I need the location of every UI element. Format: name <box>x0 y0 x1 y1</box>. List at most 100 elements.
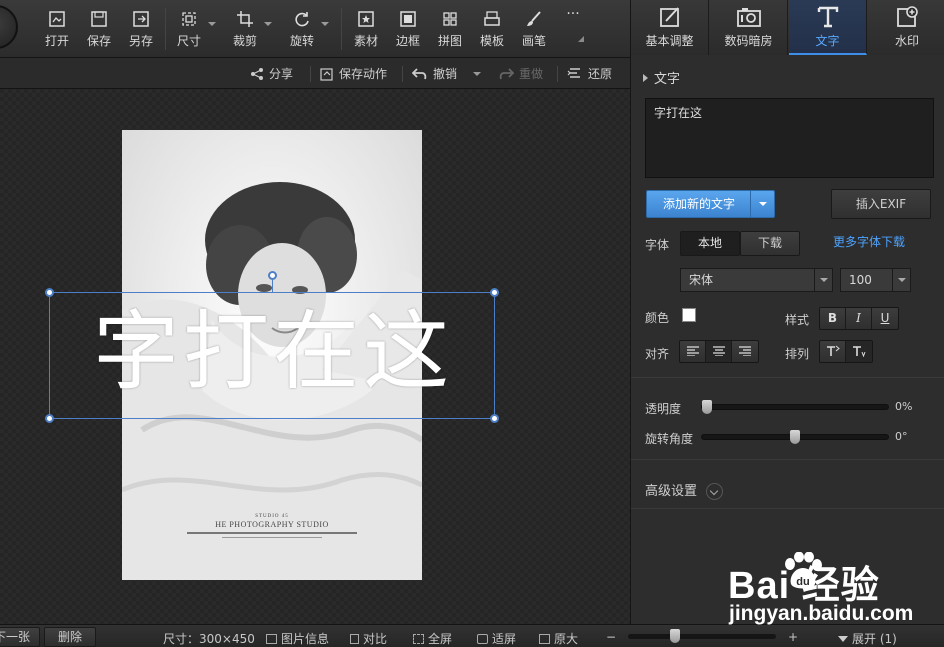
rotate-button[interactable]: 旋转 <box>287 0 329 58</box>
basic-adjust-icon <box>659 7 679 27</box>
save-as-button[interactable]: 另存 <box>126 0 156 58</box>
font-local-tab[interactable]: 本地 <box>680 231 740 256</box>
watermark-icon <box>897 6 918 27</box>
zoom-in-button[interactable]: + <box>788 630 798 644</box>
tab-text[interactable]: 文字 <box>789 0 867 55</box>
border-button[interactable]: 边框 <box>393 0 423 58</box>
insert-exif-button[interactable]: 插入EXIF <box>831 189 931 219</box>
text-color-swatch[interactable] <box>682 308 696 322</box>
tab-watermark[interactable]: 水印 <box>868 0 944 55</box>
add-text-dropdown-icon[interactable] <box>750 191 774 217</box>
next-image-button[interactable]: 下一张 <box>0 627 40 647</box>
text-input[interactable]: 字打在这 <box>645 98 934 178</box>
advanced-settings-toggle[interactable]: 高级设置 <box>645 480 724 500</box>
align-buttons <box>679 340 759 363</box>
section-divider <box>631 508 944 509</box>
opacity-slider[interactable] <box>701 400 889 414</box>
brush-button[interactable]: 画笔 <box>519 0 549 58</box>
save-button[interactable]: 保存 <box>84 0 114 58</box>
font-size-select[interactable]: 100 <box>840 268 911 292</box>
share-button[interactable]: 分享 <box>250 65 293 82</box>
toolbar-divider <box>341 8 342 50</box>
overlay-text[interactable]: 字打在这 <box>50 293 496 420</box>
more-fonts-link[interactable]: 更多字体下载 <box>833 233 905 250</box>
chevron-down-icon <box>706 483 724 500</box>
share-label: 分享 <box>269 67 294 81</box>
add-text-button[interactable]: 添加新的文字 <box>646 190 775 218</box>
restore-button[interactable]: 还原 <box>567 65 612 82</box>
resize-handle-bottom-left[interactable] <box>45 414 54 423</box>
align-center-button[interactable] <box>706 341 732 362</box>
resize-dropdown-icon[interactable] <box>208 22 216 26</box>
fit-screen-button[interactable]: 适屏 <box>477 630 516 647</box>
image-info-button[interactable]: 图片信息 <box>266 630 329 647</box>
rotation-slider-knob[interactable] <box>790 430 800 444</box>
undo-dropdown-icon[interactable] <box>473 72 481 76</box>
crop-dropdown-icon[interactable] <box>264 22 272 26</box>
studio-caption-line <box>187 532 357 534</box>
section-header-text[interactable]: 文字 <box>643 68 680 87</box>
align-left-button[interactable] <box>680 341 706 362</box>
puzzle-icon <box>443 12 457 26</box>
restore-icon <box>567 67 580 78</box>
horizontal-text-button[interactable] <box>820 341 846 362</box>
resize-button[interactable]: 尺寸 <box>174 0 216 58</box>
resize-icon <box>182 12 196 26</box>
collapse-corner-icon[interactable] <box>578 36 584 42</box>
chevron-down-icon <box>892 269 910 291</box>
open-button[interactable]: 打开 <box>42 0 72 58</box>
fullscreen-button[interactable]: 全屏 <box>413 630 452 647</box>
resize-handle-top-right[interactable] <box>490 288 499 297</box>
redo-button[interactable]: 重做 <box>498 65 543 82</box>
section-divider <box>631 459 944 460</box>
font-download-tab[interactable]: 下载 <box>740 231 800 256</box>
zoom-slider[interactable] <box>628 629 776 643</box>
fullscreen-label: 全屏 <box>428 632 453 646</box>
tab-basic-adjust-label: 基本调整 <box>645 34 694 48</box>
rotate-handle-stem <box>272 280 273 293</box>
rotation-slider[interactable] <box>701 430 889 444</box>
crop-button[interactable]: 裁剪 <box>230 0 272 58</box>
zoom-slider-knob[interactable] <box>670 629 680 643</box>
tab-basic-adjust[interactable]: 基本调整 <box>631 0 709 55</box>
text-selection-box[interactable]: 字打在这 <box>45 271 499 423</box>
more-tools-button[interactable]: ··· <box>561 0 585 54</box>
original-size-button[interactable]: 原大 <box>539 630 578 647</box>
undo-icon <box>412 67 427 79</box>
resize-handle-top-left[interactable] <box>45 288 54 297</box>
opacity-label: 透明度 <box>645 402 682 416</box>
delete-button[interactable]: 删除 <box>44 627 96 647</box>
material-button[interactable]: 素材 <box>351 0 381 58</box>
app-menu-button[interactable] <box>0 5 18 49</box>
tab-darkroom[interactable]: 数码暗房 <box>710 0 788 55</box>
image-info-icon <box>266 633 277 644</box>
add-text-label: 添加新的文字 <box>662 197 735 211</box>
rotation-value: 0° <box>895 430 908 443</box>
font-family-select[interactable]: 宋体 <box>680 268 833 292</box>
align-center-icon <box>712 346 725 357</box>
expand-button[interactable]: 展开 (1) <box>838 630 897 647</box>
share-icon <box>251 67 263 80</box>
status-bar: 下一张 删除 尺寸：300×450 图片信息 对比 全屏 适屏 原大 − + 展… <box>0 624 944 647</box>
align-right-button[interactable] <box>732 341 758 362</box>
resize-handle-bottom-right[interactable] <box>490 414 499 423</box>
zoom-out-button[interactable]: − <box>606 630 616 644</box>
arrange-buttons <box>819 340 873 363</box>
image-canvas[interactable]: STUDIO 45 HE PHOTOGRAPHY STUDIO 字打在这 <box>0 89 630 624</box>
undo-button[interactable]: 撤销 <box>412 65 457 82</box>
rotate-dropdown-icon[interactable] <box>321 22 329 26</box>
save-action-button[interactable]: 保存动作 <box>320 65 387 82</box>
bold-button[interactable]: B <box>820 308 846 329</box>
text-style-buttons: B I U <box>819 307 899 330</box>
opacity-slider-knob[interactable] <box>702 400 712 414</box>
puzzle-button[interactable]: 拼图 <box>435 0 465 58</box>
rotate-handle[interactable] <box>268 271 277 280</box>
vertical-text-button[interactable] <box>846 341 872 362</box>
compare-button[interactable]: 对比 <box>350 630 387 647</box>
template-icon <box>484 11 500 26</box>
underline-button[interactable]: U <box>872 308 898 329</box>
template-button[interactable]: 模板 <box>477 0 507 58</box>
italic-button[interactable]: I <box>846 308 872 329</box>
align-right-icon <box>739 346 751 357</box>
puzzle-label: 拼图 <box>437 34 462 48</box>
